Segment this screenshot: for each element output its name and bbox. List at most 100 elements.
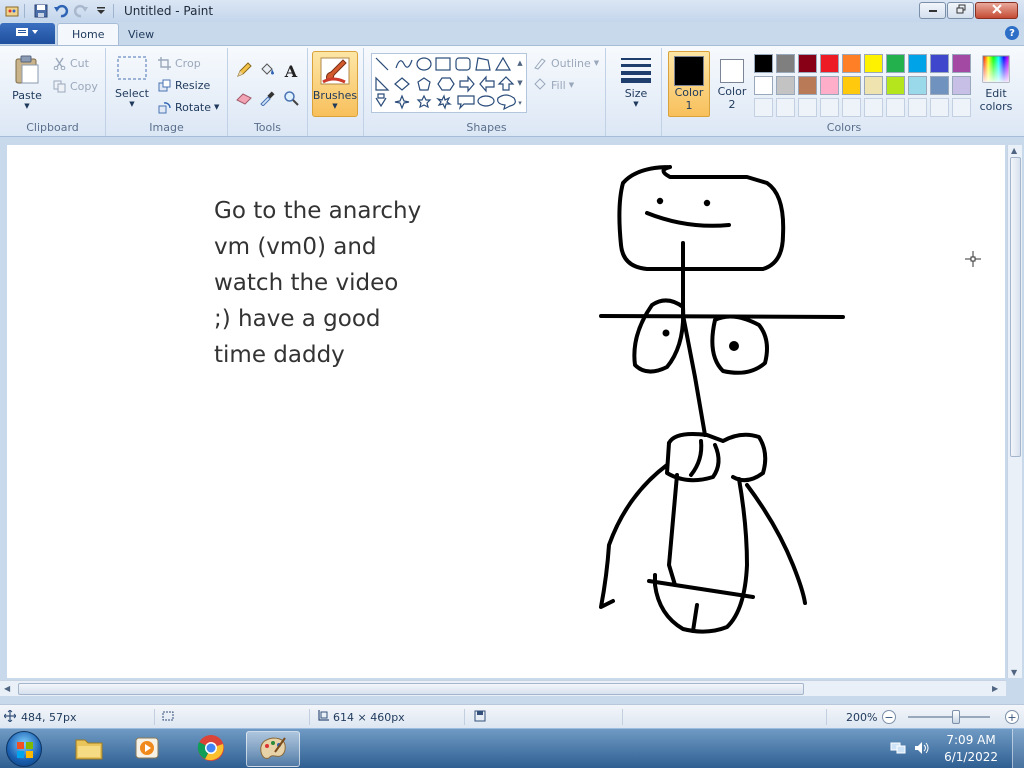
media-player-icon <box>133 735 161 764</box>
size-group: Size ▼ <box>610 48 662 136</box>
status-divider <box>154 709 155 725</box>
redo-icon <box>73 3 89 19</box>
palette-swatch[interactable] <box>754 54 773 73</box>
zoom-slider-thumb[interactable] <box>952 710 960 724</box>
custom-color-slot[interactable] <box>842 98 861 117</box>
taskbar-explorer[interactable] <box>62 731 116 767</box>
taskbar-clock[interactable]: 7:09 AM 6/1/2022 <box>944 732 998 766</box>
customize-quick-access-icon[interactable] <box>93 3 109 19</box>
copy-button[interactable]: Copy <box>52 77 98 95</box>
vertical-scroll-thumb[interactable] <box>1010 157 1021 457</box>
chevron-down-icon: ▼ <box>129 100 135 108</box>
edit-colors-button[interactable]: Edit colors <box>976 54 1016 113</box>
network-icon[interactable] <box>890 741 906 758</box>
custom-color-slot[interactable] <box>930 98 949 117</box>
custom-color-slot[interactable] <box>886 98 905 117</box>
color2-button[interactable]: Color 2 <box>712 51 752 117</box>
close-icon <box>991 4 1002 17</box>
brushes-button[interactable]: Brushes ▼ <box>312 51 358 117</box>
scroll-down-icon[interactable]: ▼ <box>1011 668 1017 677</box>
resize-label: Resize <box>175 78 211 92</box>
horizontal-scrollbar[interactable]: ◀ ▶ <box>0 680 1006 696</box>
custom-color-slot[interactable] <box>798 98 817 117</box>
rotate-button[interactable]: Rotate ▼ <box>157 98 219 116</box>
palette-swatch[interactable] <box>776 76 795 95</box>
shapes-gallery-scroll[interactable]: ▲ ▼ ▾ <box>514 53 526 113</box>
selection-size <box>161 705 175 729</box>
zoom-out-button[interactable]: − <box>882 710 896 724</box>
palette-swatch[interactable] <box>952 76 971 95</box>
custom-color-slot[interactable] <box>776 98 795 117</box>
taskbar-chrome[interactable] <box>184 731 238 767</box>
scroll-up-icon[interactable]: ▲ <box>1011 146 1017 155</box>
text-tool[interactable]: A <box>280 62 302 81</box>
palette-swatch[interactable] <box>820 76 839 95</box>
resize-button[interactable]: Resize <box>157 76 210 94</box>
size-button[interactable]: Size ▼ <box>616 54 656 108</box>
fill-tool[interactable] <box>256 62 278 80</box>
pencil-tool[interactable] <box>233 61 255 80</box>
custom-color-slot[interactable] <box>864 98 883 117</box>
volume-icon[interactable] <box>914 741 930 758</box>
restore-button[interactable] <box>947 2 974 19</box>
palette-swatch[interactable] <box>864 76 883 95</box>
palette-swatch[interactable] <box>776 54 795 73</box>
magnifier-tool[interactable] <box>280 90 302 108</box>
custom-color-slot[interactable] <box>754 98 773 117</box>
outline-button[interactable]: Outline ▼ <box>533 54 599 72</box>
close-button[interactable] <box>975 2 1018 19</box>
taskbar-paint[interactable] <box>246 731 300 767</box>
help-icon[interactable]: ? <box>1005 26 1019 40</box>
start-button[interactable] <box>6 731 42 767</box>
paint-app-icon[interactable] <box>4 3 20 19</box>
palette-swatch[interactable] <box>886 54 905 73</box>
palette-swatch[interactable] <box>930 54 949 73</box>
zoom-slider-track[interactable] <box>908 716 990 718</box>
palette-swatch[interactable] <box>798 54 817 73</box>
palette-swatch[interactable] <box>864 54 883 73</box>
color-picker-tool[interactable] <box>256 90 278 108</box>
palette-swatch[interactable] <box>952 54 971 73</box>
cut-button[interactable]: Cut <box>52 54 89 72</box>
vertical-scrollbar[interactable]: ▲ ▼ <box>1007 145 1022 678</box>
custom-color-slot[interactable] <box>908 98 927 117</box>
custom-color-slot[interactable] <box>820 98 839 117</box>
crop-icon <box>157 56 171 70</box>
undo-icon[interactable] <box>53 3 69 19</box>
status-divider <box>309 709 310 725</box>
paint-menu-button[interactable] <box>0 23 55 44</box>
color1-button[interactable]: Color 1 <box>668 51 710 117</box>
custom-color-slot[interactable] <box>952 98 971 117</box>
palette-swatch[interactable] <box>886 76 905 95</box>
show-desktop-button[interactable] <box>1012 729 1024 768</box>
scroll-left-icon[interactable]: ◀ <box>4 684 10 693</box>
palette-swatch[interactable] <box>930 76 949 95</box>
palette-swatch[interactable] <box>820 54 839 73</box>
crop-button[interactable]: Crop <box>157 54 201 72</box>
palette-swatch[interactable] <box>842 54 861 73</box>
palette-swatch[interactable] <box>908 76 927 95</box>
shapes-group-label: Shapes <box>466 121 507 134</box>
horizontal-scroll-thumb[interactable] <box>18 683 804 695</box>
palette-swatch[interactable] <box>842 76 861 95</box>
select-button[interactable]: Select ▼ <box>112 54 152 108</box>
palette-swatch[interactable] <box>798 76 817 95</box>
save-icon[interactable] <box>33 3 49 19</box>
palette-swatch[interactable] <box>908 54 927 73</box>
taskbar-media-player[interactable] <box>120 731 174 767</box>
eraser-tool[interactable] <box>233 90 255 108</box>
zoom-in-button[interactable]: + <box>1005 710 1019 724</box>
zoom-level: 200% <box>846 710 878 724</box>
tab-home[interactable]: Home <box>57 23 120 45</box>
fill-button[interactable]: Fill ▼ <box>533 76 574 94</box>
minimize-button[interactable] <box>919 2 946 19</box>
scroll-right-icon[interactable]: ▶ <box>992 684 998 693</box>
palette-swatch[interactable] <box>754 76 773 95</box>
clipboard-group: Paste ▼ Cut Copy Clipboard <box>0 48 106 136</box>
tab-view[interactable]: View <box>114 23 168 45</box>
paint-menu-icon <box>14 26 42 41</box>
shapes-gallery[interactable] <box>371 53 527 113</box>
drawing-canvas[interactable]: Go to the anarchy vm (vm0) and watch the… <box>7 145 1005 678</box>
eyedropper-icon <box>259 90 275 109</box>
paste-button[interactable]: Paste ▼ <box>8 54 46 110</box>
